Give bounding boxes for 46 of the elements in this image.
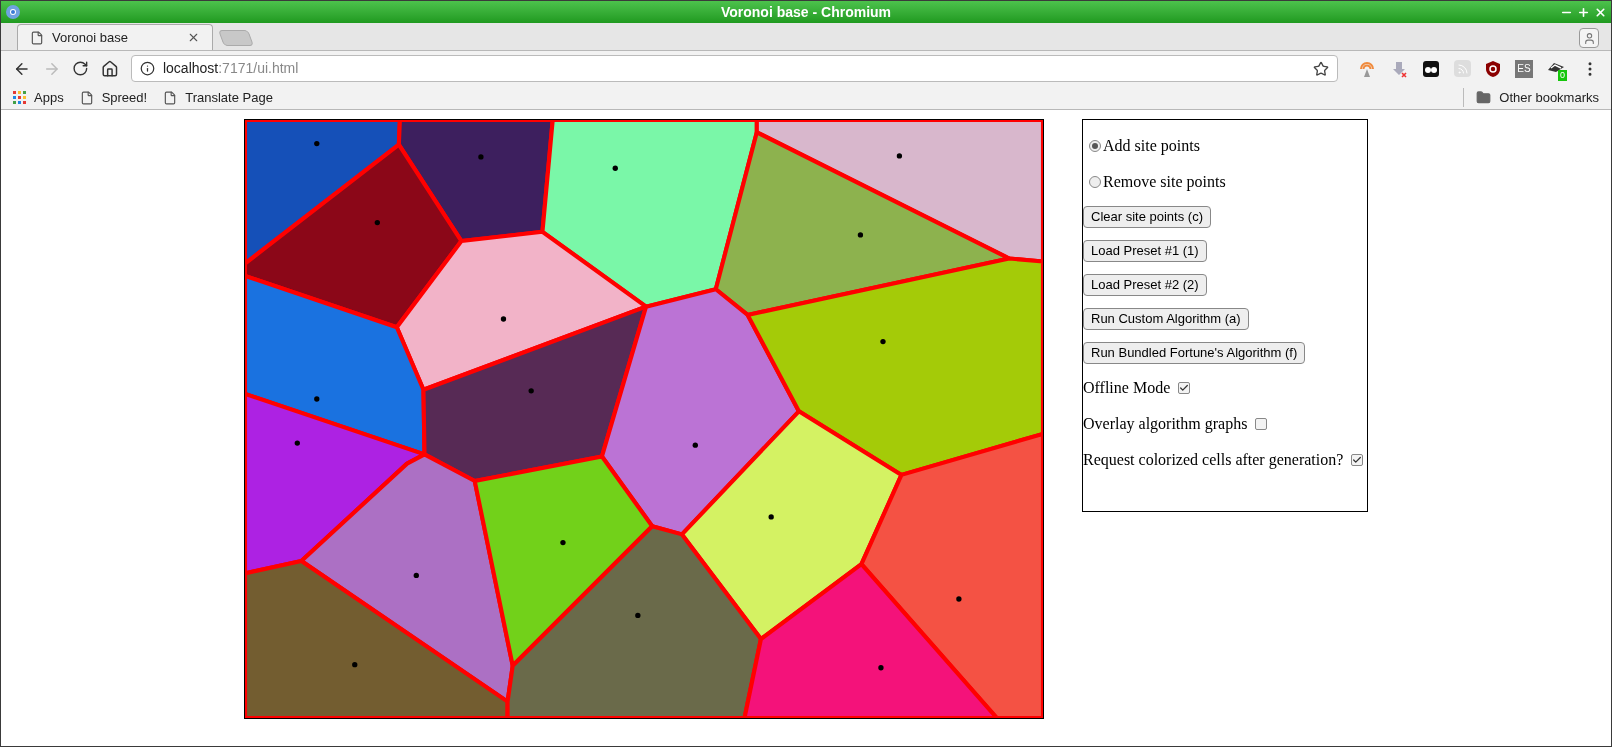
glasses-icon[interactable]: [1422, 59, 1440, 78]
feed-icon: [1456, 62, 1469, 75]
apps-grid-icon: [13, 91, 26, 104]
bookmark-link[interactable]: Translate Page: [163, 87, 273, 108]
checkbox[interactable]: [1255, 418, 1268, 430]
radio-button[interactable]: [1089, 140, 1101, 152]
radio-label: Remove site points: [1103, 172, 1226, 193]
reload-icon[interactable]: [72, 60, 90, 77]
browser-tab[interactable]: Voronoi base: [17, 24, 213, 50]
page-icon: [30, 30, 44, 45]
voronoi-diagram-drawing[interactable]: [244, 119, 1044, 719]
option-label: Offline Mode: [1083, 378, 1171, 398]
profile-button[interactable]: [1579, 28, 1599, 48]
close-icon[interactable]: [1594, 5, 1607, 19]
home-icon[interactable]: [101, 59, 119, 78]
window-title: Voronoi base - Chromium: [720, 2, 892, 22]
action-button[interactable]: Load Preset #2 (2): [1083, 274, 1207, 296]
bookmark-link[interactable]: Apps: [13, 87, 64, 108]
radio-label: Add site points: [1103, 136, 1200, 157]
info-icon: [139, 61, 155, 76]
action-button[interactable]: Run Custom Algorithm (a): [1083, 308, 1249, 330]
profile-icon: [1582, 31, 1596, 45]
option-label: Overlay algorithm graphs: [1083, 414, 1248, 435]
extension-es-button[interactable]: ES: [1515, 59, 1533, 78]
extension-badge: 0: [1558, 69, 1567, 81]
bookmark-star-icon[interactable]: [1313, 60, 1329, 77]
folder-icon: [1476, 90, 1492, 105]
action-button[interactable]: Load Preset #1 (1): [1083, 240, 1207, 262]
bookmark-link[interactable]: Spreed!: [79, 87, 148, 108]
page-icon: [79, 90, 94, 105]
radio-button[interactable]: [1089, 176, 1101, 188]
podcast-signal-icon[interactable]: [1358, 59, 1376, 78]
browser-logo-icon: [5, 4, 21, 20]
shield-icon[interactable]: [1485, 59, 1501, 78]
page-icon: [163, 90, 178, 105]
url-text: localhost:7171/ui.html: [162, 59, 299, 78]
address-bar[interactable]: localhost:7171/ui.html: [130, 55, 1338, 82]
action-button[interactable]: Clear site points (c): [1083, 206, 1211, 228]
other-bookmarks-link[interactable]: Other bookmarks: [1476, 87, 1599, 108]
checkbox[interactable]: [1351, 454, 1364, 466]
action-button[interactable]: Run Bundled Fortune's Algorithm (f): [1083, 342, 1306, 364]
maximize-icon[interactable]: [1577, 5, 1590, 19]
checkbox[interactable]: [1178, 382, 1191, 394]
option-label: Request colorized cells after generation?: [1083, 450, 1344, 471]
tab-title: Voronoi base: [52, 28, 128, 47]
close-tab-icon[interactable]: [187, 31, 200, 44]
